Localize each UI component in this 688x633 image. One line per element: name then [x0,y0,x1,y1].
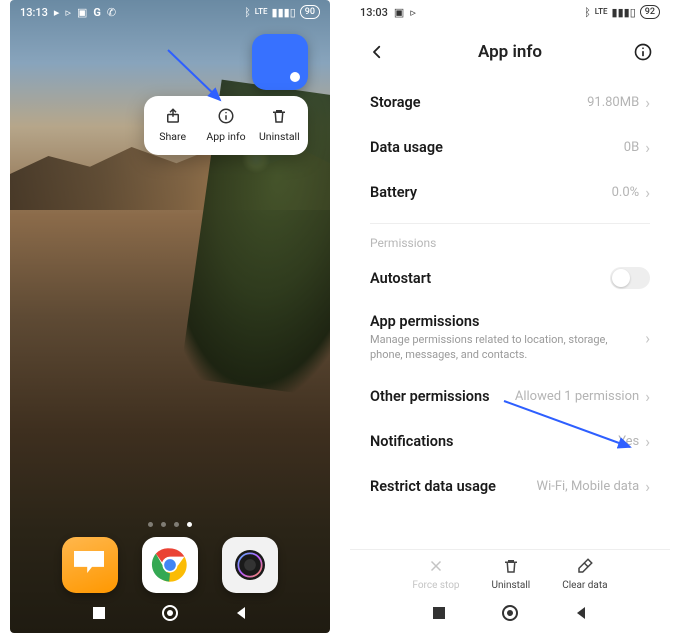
eraser-icon [576,557,594,578]
signal-icon: ▮▮▮▯ [272,6,296,19]
action-clear-data[interactable]: Clear data [562,557,607,591]
system-nav [350,597,670,633]
chevron-right-icon: › [645,477,650,496]
dragged-app-icon[interactable] [252,34,308,90]
nav-recent-icon[interactable] [91,605,107,625]
pager-dot [161,522,166,527]
play-outline-icon: ▹ [65,6,71,19]
back-button[interactable] [364,39,390,65]
popup-share-label: Share [159,130,186,143]
bluetooth-icon: ᛒ [584,6,591,19]
action-label: Force stop [412,580,459,591]
row-value: 0.0% [612,185,646,200]
row-storage[interactable]: Storage 91.80MB › [350,80,670,125]
row-label: Restrict data usage [370,478,496,495]
row-battery[interactable]: Battery 0.0% › [350,170,670,215]
popup-uninstall[interactable]: Uninstall [253,102,306,147]
row-value: 0B [624,140,645,155]
row-description: Manage permissions related to location, … [370,333,650,363]
nav-home-icon[interactable] [501,604,519,626]
popup-appinfo-label: App info [206,130,245,143]
row-label: Storage [370,94,421,111]
dock-chrome-icon[interactable] [142,537,198,593]
dock [10,537,330,593]
stop-icon: ▣ [77,6,87,19]
row-autostart[interactable]: Autostart [350,254,670,302]
nav-recent-icon[interactable] [431,605,447,625]
bluetooth-icon: ᛒ [244,6,251,19]
row-label: Data usage [370,139,443,156]
nav-back-icon[interactable] [573,605,589,625]
row-data-usage[interactable]: Data usage 0B › [350,125,670,170]
nav-home-icon[interactable] [161,604,179,626]
row-restrict-data[interactable]: Restrict data usage Wi-Fi, Mobile data › [350,464,670,509]
header-info-button[interactable] [630,39,656,65]
phone-right-screenshot: 13:03 ▣ ▹ ᛒ LTE ▮▮▮▯ 92 App info Storage… [350,0,670,633]
trash-icon [502,557,520,578]
play-outline-icon: ▹ [410,6,416,19]
call-end-icon: ✆ [107,6,116,19]
header: App info [350,30,670,74]
action-label: Uninstall [492,580,531,591]
google-icon: G [93,6,101,19]
action-force-stop: Force stop [412,557,459,591]
annotation-arrow-right [498,395,648,469]
row-value: Wi-Fi, Mobile data [537,479,646,494]
status-time: 13:03 [360,6,388,19]
pager-dot [174,522,179,527]
autostart-toggle[interactable] [610,267,650,289]
trash-icon [269,106,289,126]
dock-messages-icon[interactable] [62,537,118,593]
chevron-right-icon: › [645,183,650,202]
system-nav [10,597,330,633]
battery-pill: 92 [640,5,660,19]
divider [370,223,650,224]
row-label: App permissions [370,313,479,330]
settings-list: Storage 91.80MB › Data usage 0B › Batter… [350,80,670,569]
row-app-permissions[interactable]: App permissions Manage permissions relat… [350,302,670,374]
popup-uninstall-label: Uninstall [259,130,300,143]
lte-icon: LTE [255,8,268,16]
play-icon: ▸ [54,6,60,19]
page-indicator [10,522,330,527]
action-label: Clear data [562,580,607,591]
stop-icon: ▣ [394,6,404,19]
row-label: Other permissions [370,388,490,405]
dock-camera-icon[interactable] [222,537,278,593]
status-time: 13:13 [20,6,48,19]
chevron-right-icon: › [645,93,650,112]
close-icon [427,557,445,578]
chevron-right-icon: › [645,138,650,157]
status-bar: 13:13 ▸ ▹ ▣ G ✆ ᛒ LTE ▮▮▮▯ 90 [10,0,330,24]
nav-back-icon[interactable] [233,605,249,625]
row-label: Notifications [370,433,454,450]
page-title: App info [350,42,670,62]
battery-pill: 90 [300,5,320,19]
signal-icon: ▮▮▮▯ [612,6,636,19]
status-bar: 13:03 ▣ ▹ ᛒ LTE ▮▮▮▯ 92 [350,0,670,24]
row-label: Autostart [370,270,431,287]
action-uninstall[interactable]: Uninstall [492,557,531,591]
row-value: 91.80MB [587,95,645,110]
lte-icon: LTE [595,8,608,16]
section-permissions: Permissions [350,230,670,254]
pager-dot [148,522,153,527]
pager-dot-active [187,522,192,527]
chevron-right-icon: › [645,328,650,347]
action-bar: Force stop Uninstall Clear data [350,549,670,597]
row-label: Battery [370,184,417,201]
phone-left-screenshot: 13:13 ▸ ▹ ▣ G ✆ ᛒ LTE ▮▮▮▯ 90 Share App … [10,0,330,633]
annotation-arrow-left [162,44,242,118]
